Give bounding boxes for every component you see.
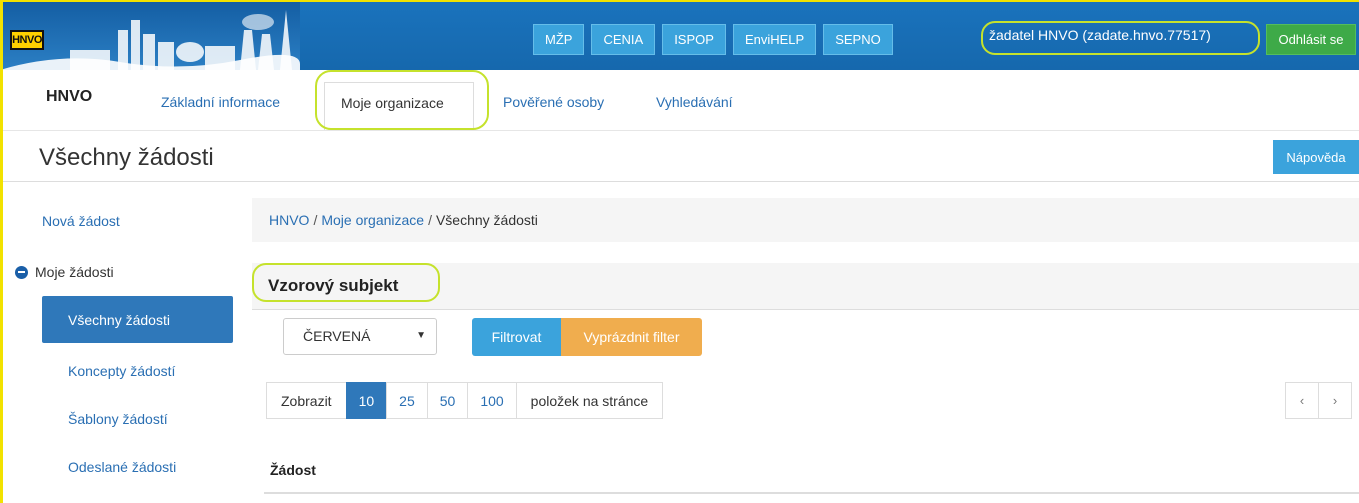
page-size-100[interactable]: 100 bbox=[467, 382, 517, 419]
sidebar-new-request[interactable]: Nová žádost bbox=[42, 213, 120, 229]
sidebar-item-sent[interactable]: Odeslané žádosti bbox=[68, 459, 176, 475]
nav-link-basic-info[interactable]: Základní informace bbox=[161, 94, 280, 110]
top-banner: HNVO MŽP CENIA ISPOP EnviHELP SEPNO žada… bbox=[0, 0, 1359, 70]
hnvo-logo[interactable]: HNVO bbox=[10, 30, 44, 50]
top-links: MŽP CENIA ISPOP EnviHELP SEPNO bbox=[533, 24, 893, 55]
user-label: žadatel HNVO (zadate.hnvo.77517) bbox=[989, 27, 1211, 43]
page-size-50[interactable]: 50 bbox=[426, 382, 469, 419]
prev-page-button[interactable]: ‹ bbox=[1285, 382, 1319, 419]
breadcrumb-current: Všechny žádosti bbox=[435, 212, 538, 228]
panel-title: Vzorový subjekt bbox=[268, 276, 399, 295]
breadcrumb-root[interactable]: HNVO bbox=[269, 212, 309, 228]
filter-button[interactable]: Filtrovat bbox=[472, 318, 561, 356]
breadcrumb-separator: / bbox=[428, 212, 432, 228]
page-header: Všechny žádosti bbox=[0, 131, 1359, 182]
logout-button[interactable]: Odhlásit se bbox=[1266, 24, 1356, 55]
sidebar-item-templates[interactable]: Šablony žádostí bbox=[68, 411, 168, 427]
top-link-envihelp[interactable]: EnviHELP bbox=[732, 24, 817, 55]
nav-tab-my-organization[interactable]: Moje organizace bbox=[324, 82, 474, 130]
page-size-suffix: položek na stránce bbox=[515, 382, 664, 419]
nav-link-search[interactable]: Vyhledávání bbox=[656, 94, 733, 110]
top-link-cenia[interactable]: CENIA bbox=[591, 24, 656, 55]
breadcrumb: HNVO / Moje organizace / Všechny žádosti bbox=[252, 198, 1359, 242]
chevron-down-icon: ▼ bbox=[416, 330, 426, 341]
city-skyline-illustration bbox=[0, 0, 300, 70]
page-title: Všechny žádosti bbox=[39, 144, 214, 171]
table-column-request[interactable]: Žádost bbox=[270, 462, 316, 478]
page-size-label: Zobrazit bbox=[266, 382, 347, 419]
sidebar-item-all-requests[interactable]: Všechny žádosti bbox=[42, 296, 233, 343]
page-size-25[interactable]: 25 bbox=[386, 382, 428, 419]
filter-select[interactable]: ČERVENÁ ▼ bbox=[283, 318, 437, 355]
page-size-selector: Zobrazit 10 25 50 100 položek na stránce bbox=[266, 382, 664, 419]
top-link-ispop[interactable]: ISPOP bbox=[662, 24, 726, 55]
nav-link-authorized-persons[interactable]: Pověřené osoby bbox=[503, 94, 604, 110]
breadcrumb-my-organization[interactable]: Moje organizace bbox=[321, 212, 424, 228]
app-brand[interactable]: HNVO bbox=[46, 88, 92, 106]
breadcrumb-separator: / bbox=[313, 212, 318, 228]
sidebar-item-drafts[interactable]: Koncepty žádostí bbox=[68, 363, 175, 379]
panel-header: Vzorový subjekt bbox=[252, 263, 1359, 310]
page-size-10[interactable]: 10 bbox=[345, 382, 388, 419]
sidebar-group-label: Moje žádosti bbox=[35, 264, 114, 280]
top-link-sepno[interactable]: SEPNO bbox=[823, 24, 893, 55]
top-link-mzp[interactable]: MŽP bbox=[533, 24, 585, 55]
pagination: ‹ › bbox=[1285, 382, 1352, 419]
filter-select-value: ČERVENÁ bbox=[303, 328, 371, 344]
next-page-button[interactable]: › bbox=[1318, 382, 1352, 419]
clear-filter-button[interactable]: Vyprázdnit filter bbox=[561, 318, 702, 356]
app-nav: HNVO Základní informace Pověřené osoby V… bbox=[0, 70, 1359, 131]
sidebar-group-my-requests[interactable]: Moje žádosti bbox=[15, 264, 114, 280]
help-button[interactable]: Nápověda bbox=[1273, 140, 1359, 174]
nav-tab-my-organization-label: Moje organizace bbox=[341, 95, 444, 111]
table-header-divider bbox=[264, 492, 1359, 494]
minus-circle-icon bbox=[15, 265, 28, 279]
